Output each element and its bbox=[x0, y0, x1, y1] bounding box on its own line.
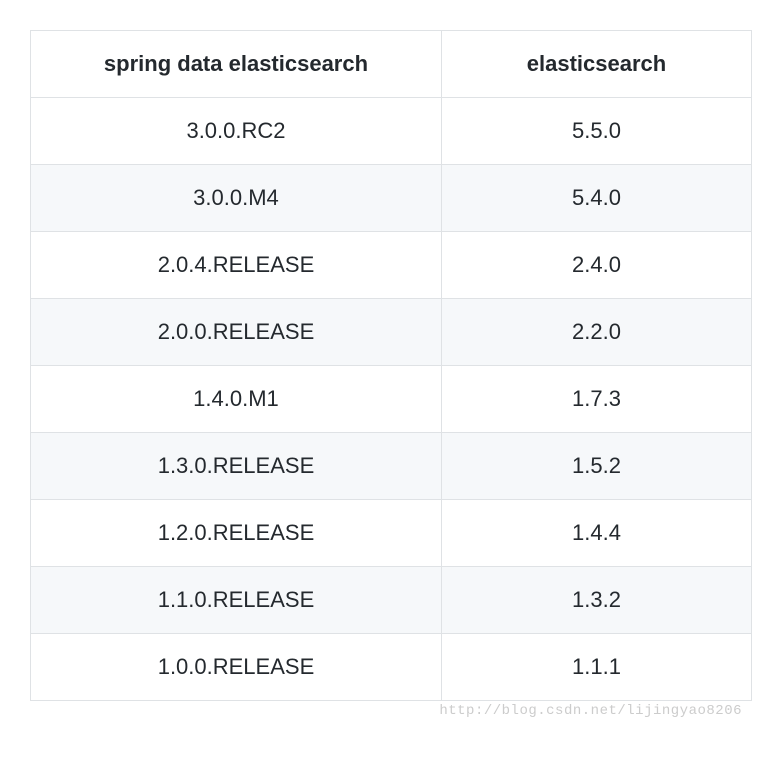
cell-es: 1.4.4 bbox=[441, 500, 751, 567]
cell-sde: 2.0.4.RELEASE bbox=[31, 232, 442, 299]
table-row: 1.1.0.RELEASE 1.3.2 bbox=[31, 567, 752, 634]
cell-sde: 3.0.0.M4 bbox=[31, 165, 442, 232]
cell-es: 1.3.2 bbox=[441, 567, 751, 634]
cell-es: 2.4.0 bbox=[441, 232, 751, 299]
version-compatibility-table: spring data elasticsearch elasticsearch … bbox=[30, 30, 752, 701]
cell-sde: 1.4.0.M1 bbox=[31, 366, 442, 433]
cell-es: 5.4.0 bbox=[441, 165, 751, 232]
cell-sde: 1.3.0.RELEASE bbox=[31, 433, 442, 500]
table-header-sde: spring data elasticsearch bbox=[31, 31, 442, 98]
table-row: 3.0.0.RC2 5.5.0 bbox=[31, 98, 752, 165]
cell-es: 1.5.2 bbox=[441, 433, 751, 500]
cell-sde: 1.2.0.RELEASE bbox=[31, 500, 442, 567]
cell-sde: 1.1.0.RELEASE bbox=[31, 567, 442, 634]
table-row: 1.0.0.RELEASE 1.1.1 bbox=[31, 634, 752, 701]
table-row: 2.0.4.RELEASE 2.4.0 bbox=[31, 232, 752, 299]
cell-es: 2.2.0 bbox=[441, 299, 751, 366]
cell-sde: 1.0.0.RELEASE bbox=[31, 634, 442, 701]
cell-es: 1.1.1 bbox=[441, 634, 751, 701]
cell-sde: 3.0.0.RC2 bbox=[31, 98, 442, 165]
table-row: 1.3.0.RELEASE 1.5.2 bbox=[31, 433, 752, 500]
table-header-es: elasticsearch bbox=[441, 31, 751, 98]
cell-es: 5.5.0 bbox=[441, 98, 751, 165]
cell-sde: 2.0.0.RELEASE bbox=[31, 299, 442, 366]
table-row: 3.0.0.M4 5.4.0 bbox=[31, 165, 752, 232]
table-row: 1.4.0.M1 1.7.3 bbox=[31, 366, 752, 433]
table-row: 2.0.0.RELEASE 2.2.0 bbox=[31, 299, 752, 366]
table-header-row: spring data elasticsearch elasticsearch bbox=[31, 31, 752, 98]
cell-es: 1.7.3 bbox=[441, 366, 751, 433]
watermark-text: http://blog.csdn.net/lijingyao8206 bbox=[439, 703, 742, 719]
table-body: 3.0.0.RC2 5.5.0 3.0.0.M4 5.4.0 2.0.4.REL… bbox=[31, 98, 752, 701]
table-row: 1.2.0.RELEASE 1.4.4 bbox=[31, 500, 752, 567]
